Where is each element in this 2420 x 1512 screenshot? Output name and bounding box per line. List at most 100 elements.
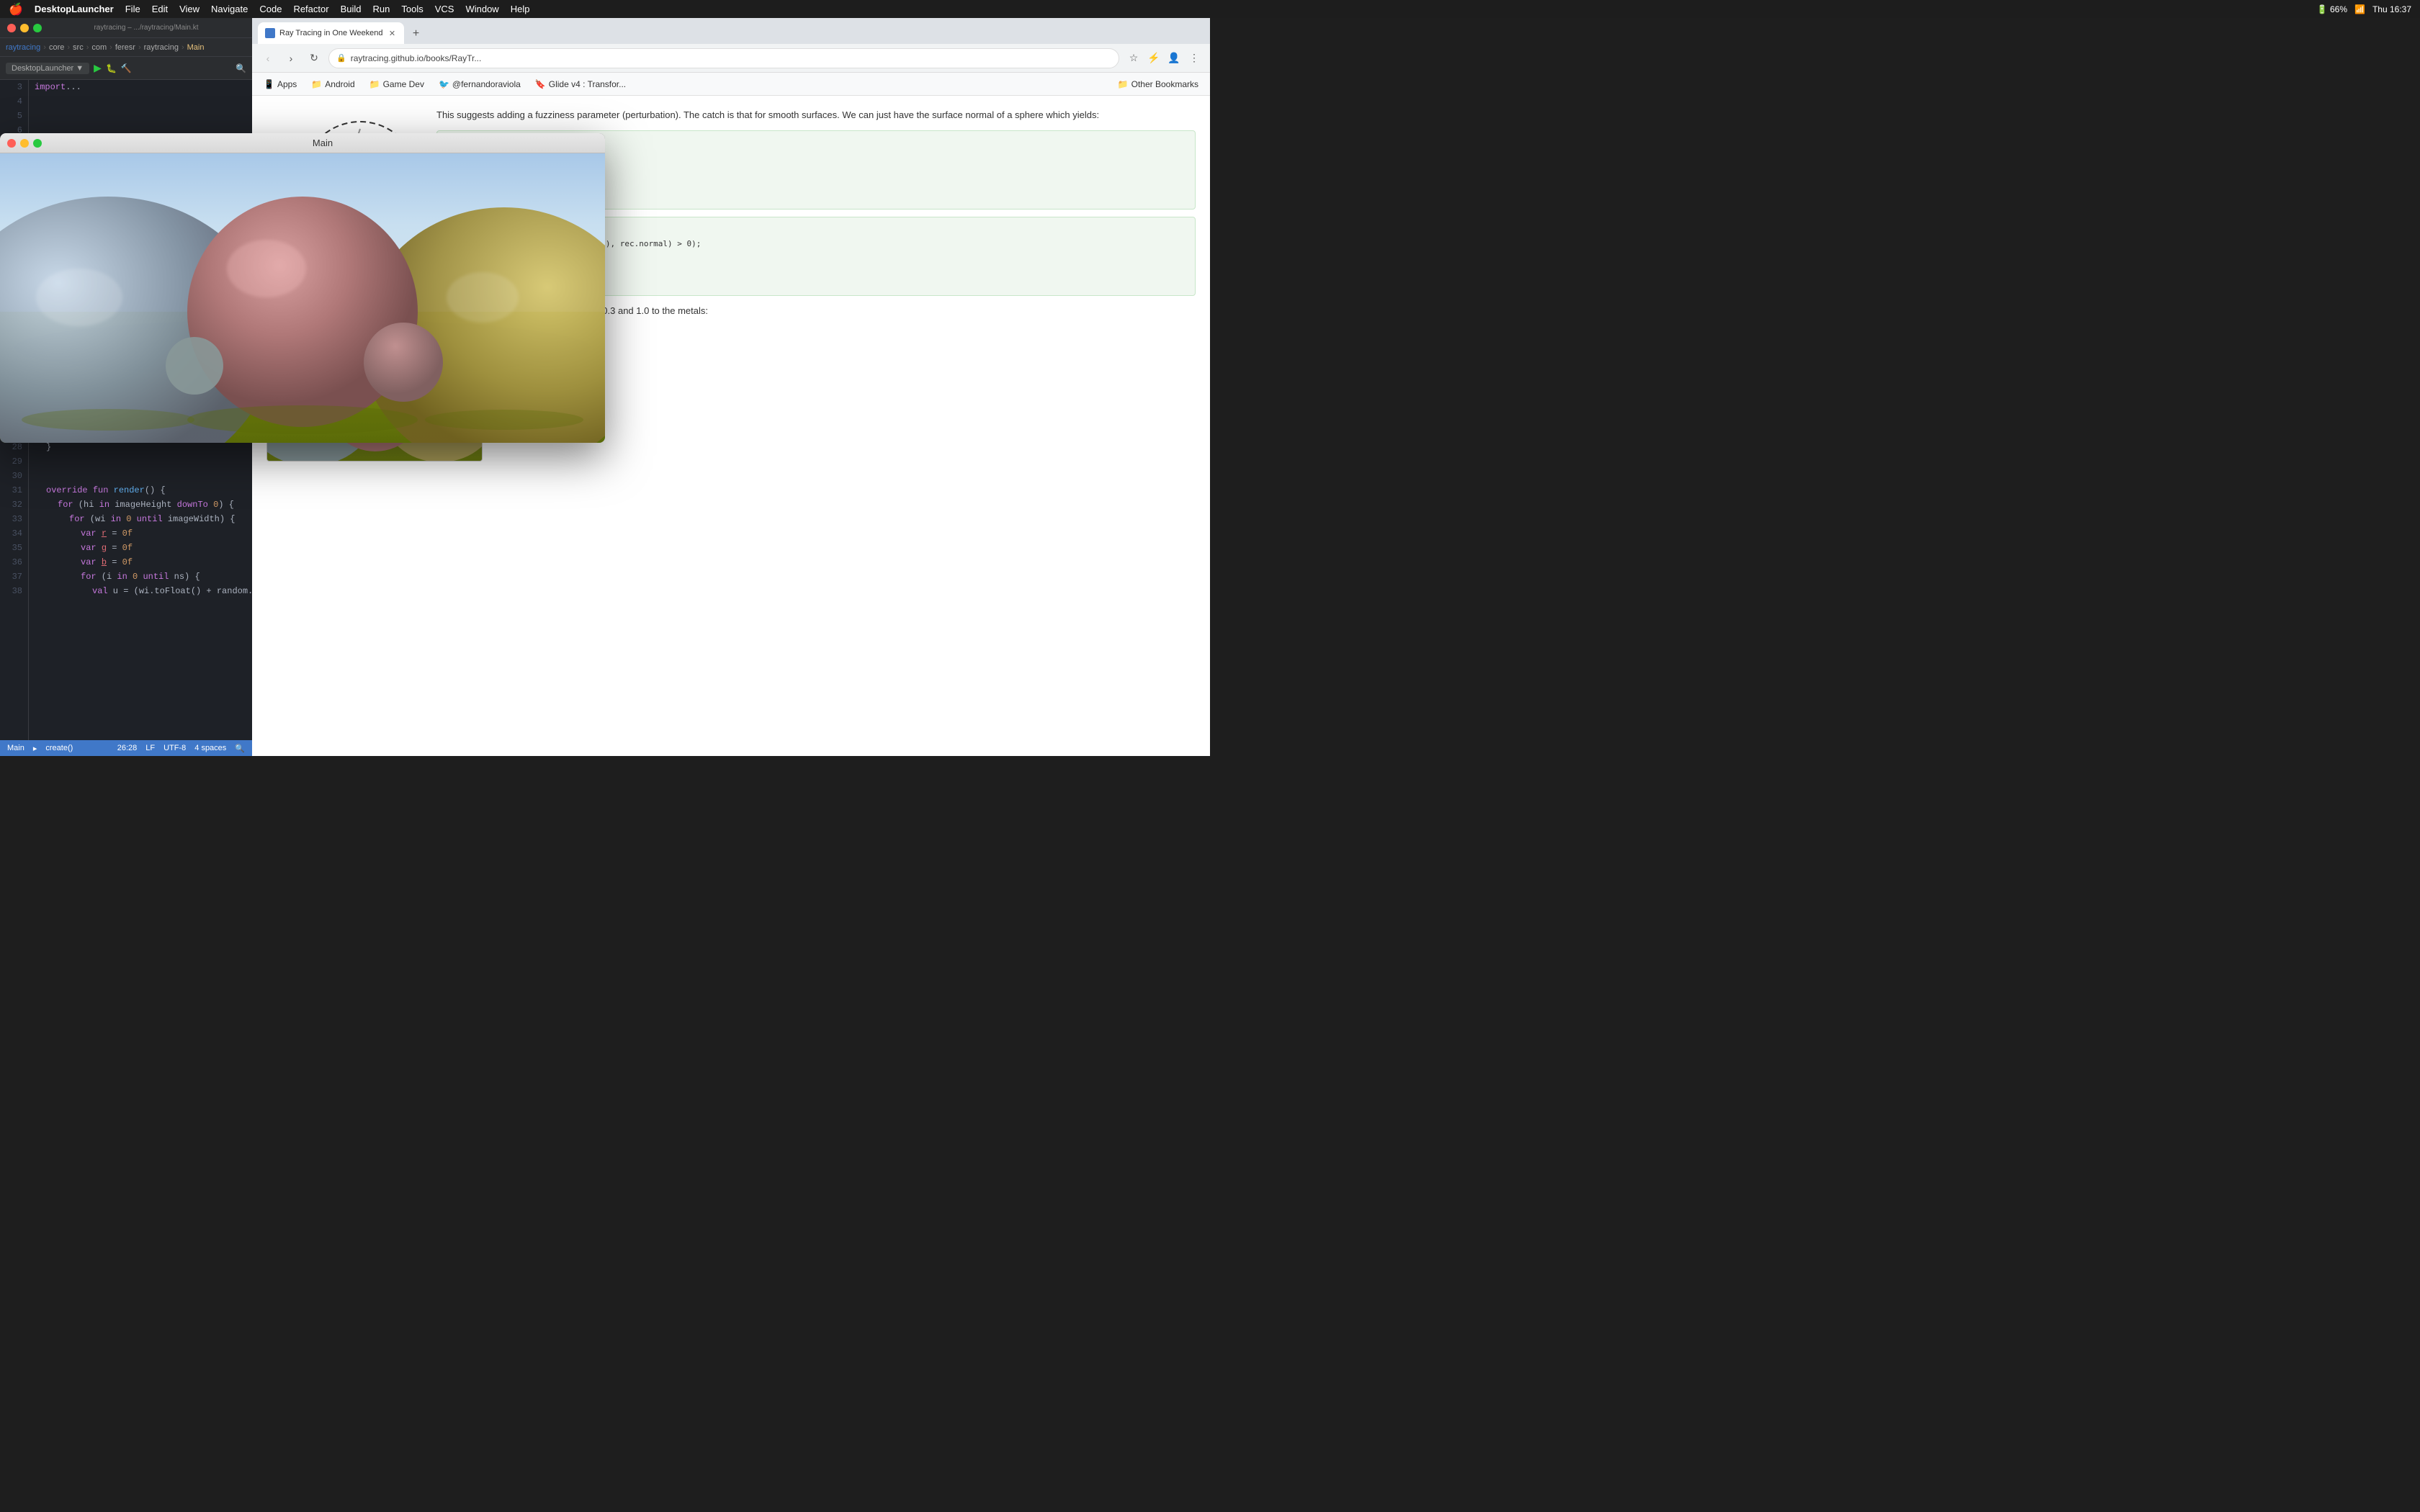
extensions-button[interactable]: ⚡ — [1145, 50, 1162, 67]
breadcrumb-src[interactable]: src — [73, 43, 84, 52]
debug-button[interactable]: 🐛 — [106, 63, 117, 73]
render-window-controls — [7, 139, 42, 148]
new-tab-button[interactable]: + — [407, 25, 424, 42]
url-bar[interactable]: 🔒 raytracing.github.io/books/RayTr... — [328, 48, 1119, 68]
bookmark-twitter[interactable]: 🐦 @fernandoraviola — [434, 78, 525, 91]
gamedev-icon: 📁 — [369, 79, 380, 89]
build-button[interactable]: 🔨 — [121, 63, 132, 73]
menu-dots-button[interactable]: ⋮ — [1186, 50, 1203, 67]
menubar-wifi: 📶 — [2354, 4, 2365, 14]
browser-panel: Ray Tracing in One Weekend ✕ + ‹ › ↻ 🔒 r… — [252, 18, 1210, 756]
breadcrumb-com[interactable]: com — [91, 43, 107, 52]
apps-icon: 📱 — [264, 79, 274, 89]
browser-toolbar-icons: ☆ ⚡ 👤 ⋮ — [1125, 50, 1203, 67]
bookmark-gamedev-label: Game Dev — [383, 79, 424, 89]
forward-button[interactable]: › — [282, 50, 300, 67]
menu-code[interactable]: Code — [259, 4, 282, 14]
bookmark-android[interactable]: 📁 Android — [307, 78, 359, 91]
security-icon: 🔒 — [336, 53, 346, 63]
browser-chrome: ‹ › ↻ 🔒 raytracing.github.io/books/RayTr… — [252, 44, 1210, 73]
tab-close-button[interactable]: ✕ — [387, 28, 397, 38]
tab-title: Ray Tracing in One Weekend — [279, 29, 382, 37]
window-controls — [7, 24, 42, 32]
browser-tab-active[interactable]: Ray Tracing in One Weekend ✕ — [258, 22, 404, 44]
status-sep: ▸ — [33, 744, 37, 753]
render-canvas — [0, 153, 605, 443]
render-window-title: Main — [48, 138, 598, 148]
render-window[interactable]: Main — [0, 133, 605, 443]
bookmark-other[interactable]: 📁 Other Bookmarks — [1113, 78, 1203, 91]
close-button[interactable] — [7, 24, 16, 32]
menu-edit[interactable]: Edit — [152, 4, 168, 14]
code-line-36: var b = 0f — [35, 555, 246, 570]
code-line-37: for (i in 0 until ns) { — [35, 570, 246, 584]
render-minimize-button[interactable] — [20, 139, 29, 148]
menu-vcs[interactable]: VCS — [435, 4, 454, 14]
breadcrumb-core[interactable]: core — [49, 43, 64, 52]
status-main: Main — [7, 744, 24, 752]
search-icon[interactable]: 🔍 — [235, 744, 245, 753]
code-line-33: for (wi in 0 until imageWidth) { — [35, 512, 246, 526]
tab-bar: Ray Tracing in One Weekend ✕ + — [252, 18, 1210, 44]
apple-menu[interactable]: 🍎 — [9, 2, 23, 17]
code-line-29 — [35, 454, 246, 469]
bookmark-star-button[interactable]: ☆ — [1125, 50, 1142, 67]
render-window-titlebar: Main — [0, 133, 605, 153]
breadcrumb-main[interactable]: Main — [187, 43, 205, 52]
profile-button[interactable]: 👤 — [1165, 50, 1183, 67]
breadcrumb-feresr[interactable]: feresr — [115, 43, 135, 52]
bookmark-glide[interactable]: 🔖 Glide v4 : Transfor... — [531, 78, 630, 91]
code-line-38: val u = (wi.toFloat() + random.nextFloat… — [35, 584, 246, 598]
bookmark-twitter-label: @fernandoraviola — [452, 79, 521, 89]
tab-favicon — [265, 28, 275, 38]
twitter-icon: 🐦 — [439, 79, 449, 89]
menubar-right: 🔋 66% 📶 Thu 16:37 — [2317, 4, 2411, 14]
menu-tools[interactable]: Tools — [401, 4, 423, 14]
minimize-button[interactable] — [20, 24, 29, 32]
code-line-31: override fun render() { — [35, 483, 246, 498]
folder-icon: 📁 — [311, 79, 322, 89]
menu-run[interactable]: Run — [373, 4, 390, 14]
statusbar-right: 26:28 LF UTF-8 4 spaces 🔍 — [117, 744, 245, 753]
encoding: UTF-8 — [163, 744, 186, 753]
menu-help[interactable]: Help — [511, 4, 530, 14]
bookmark-apps[interactable]: 📱 Apps — [259, 78, 301, 91]
book-paragraph-1: This suggests adding a fuzziness paramet… — [436, 107, 1196, 123]
menu-refactor[interactable]: Refactor — [293, 4, 328, 14]
code-line-35: var g = 0f — [35, 541, 246, 555]
menu-file[interactable]: File — [125, 4, 140, 14]
cursor-position: 26:28 — [117, 744, 138, 753]
url-text: raytracing.github.io/books/RayTr... — [351, 53, 482, 63]
bookmark-gamedev[interactable]: 📁 Game Dev — [365, 78, 429, 91]
ide-toolbar: DesktopLauncher ▼ ▶ 🐛 🔨 🔍 — [0, 57, 252, 80]
code-line-32: for (hi in imageHeight downTo 0) { — [35, 498, 246, 512]
code-line-34: var r = 0f — [35, 526, 246, 541]
run-button[interactable]: ▶ — [94, 62, 102, 74]
bookmark-other-label: Other Bookmarks — [1131, 79, 1198, 89]
menu-bar: 🍎 DesktopLauncher File Edit View Navigat… — [0, 0, 2420, 18]
menu-navigate[interactable]: Navigate — [211, 4, 248, 14]
app-name[interactable]: DesktopLauncher — [35, 4, 114, 14]
ide-statusbar: Main ▸ create() 26:28 LF UTF-8 4 spaces … — [0, 740, 252, 756]
breadcrumb-raytracing2[interactable]: raytracing — [144, 43, 179, 52]
main-layout: raytracing – .../raytracing/Main.kt rayt… — [0, 0, 1210, 756]
reload-button[interactable]: ↻ — [305, 50, 323, 67]
bookmark-android-label: Android — [325, 79, 354, 89]
search-button[interactable]: 🔍 — [236, 63, 246, 73]
ide-title: raytracing – .../raytracing/Main.kt — [48, 24, 245, 32]
menu-view[interactable]: View — [179, 4, 200, 14]
code-line-4 — [35, 94, 246, 109]
back-button[interactable]: ‹ — [259, 50, 277, 67]
menu-build[interactable]: Build — [341, 4, 362, 14]
code-line-3: import ... — [35, 80, 246, 94]
menu-window[interactable]: Window — [465, 4, 498, 14]
render-close-button[interactable] — [7, 139, 16, 148]
bookmark-apps-label: Apps — [277, 79, 297, 89]
line-ending: LF — [145, 744, 155, 753]
render-maximize-button[interactable] — [33, 139, 42, 148]
breadcrumb-raytracing[interactable]: raytracing — [6, 43, 40, 52]
ide-titlebar: raytracing – .../raytracing/Main.kt — [0, 18, 252, 38]
indent: 4 spaces — [194, 744, 226, 753]
maximize-button[interactable] — [33, 24, 42, 32]
project-selector[interactable]: DesktopLauncher ▼ — [6, 63, 89, 74]
